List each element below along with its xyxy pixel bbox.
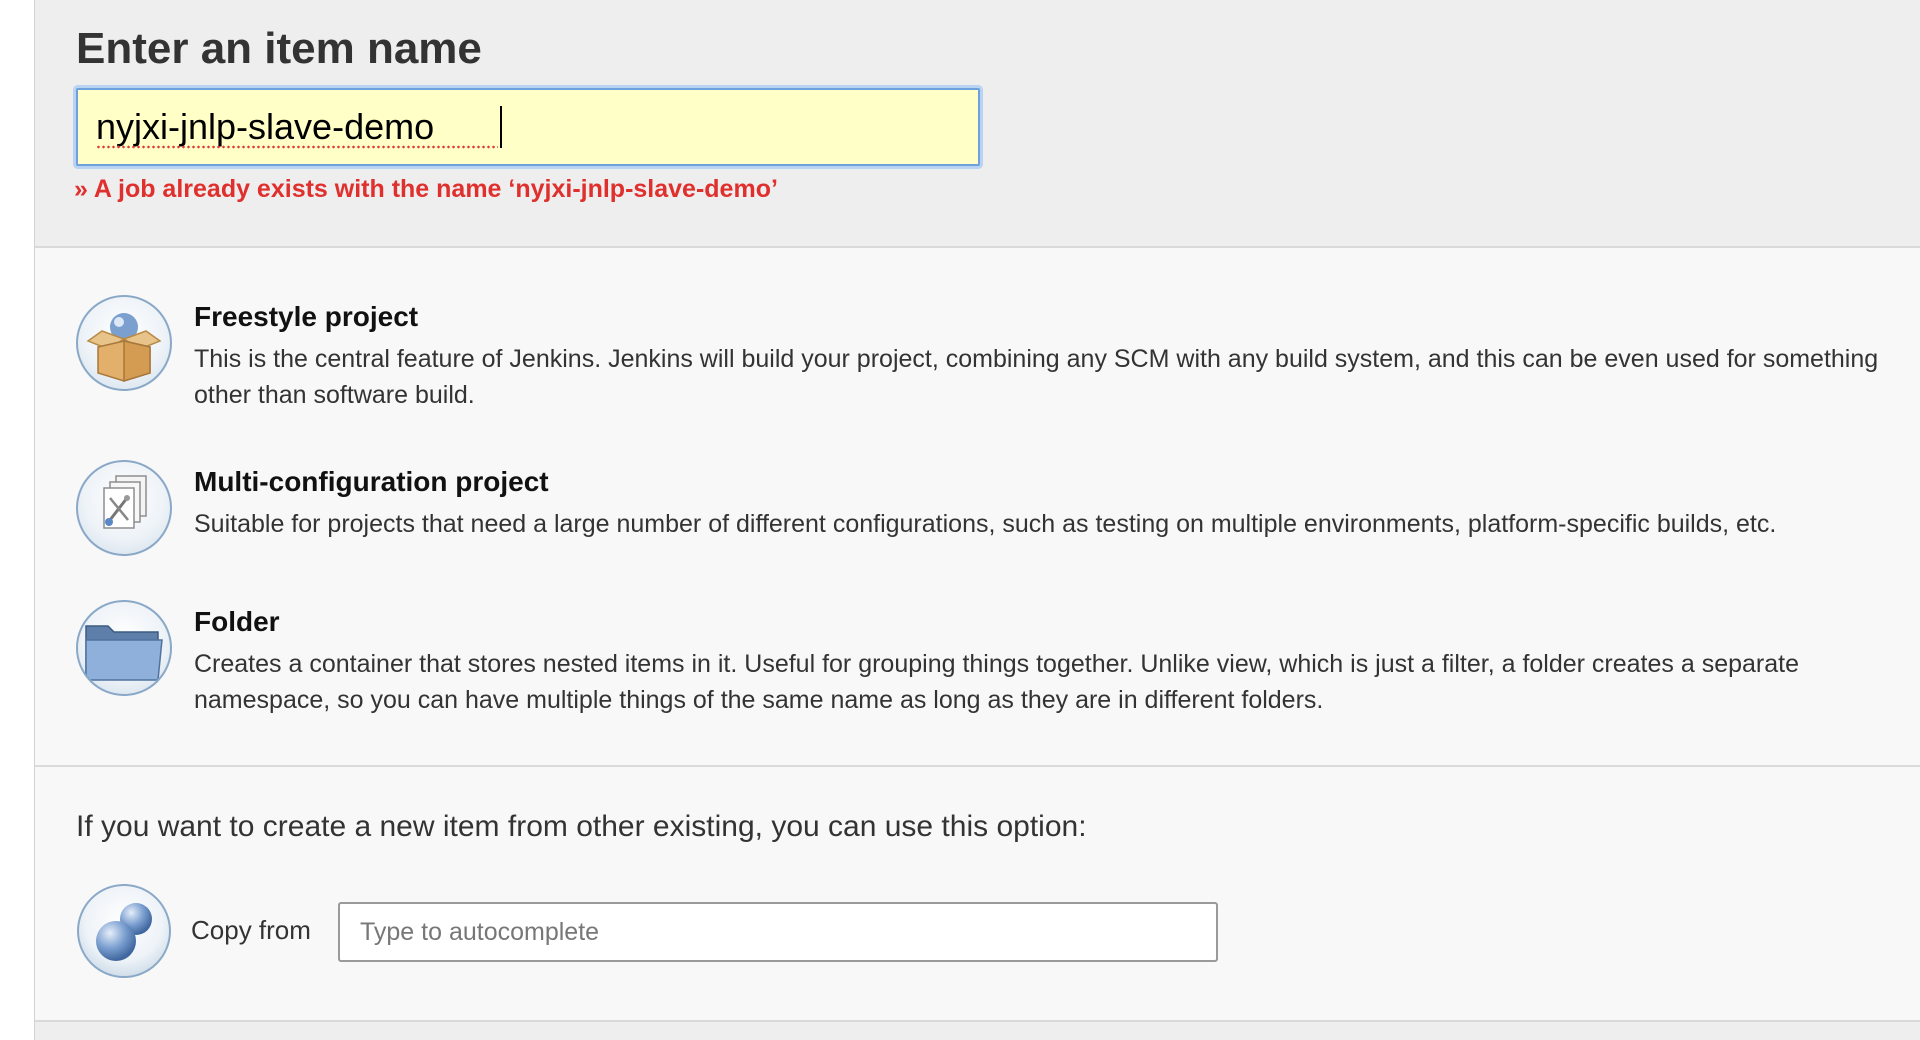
page-title: Enter an item name <box>76 24 482 73</box>
package-box-icon <box>76 295 172 391</box>
section-divider <box>35 765 1920 767</box>
item-type-title: Freestyle project <box>194 301 419 332</box>
item-type-title: Folder <box>194 606 280 637</box>
copy-from-input[interactable] <box>338 902 1218 962</box>
item-type-multi-configuration[interactable]: Multi-configuration project Suitable for… <box>76 460 1896 560</box>
item-type-description: Suitable for projects that need a large … <box>194 510 1777 538</box>
text-caret <box>500 106 502 148</box>
item-type-freestyle[interactable]: Freestyle project This is the central fe… <box>76 295 1896 409</box>
folder-icon <box>76 600 172 696</box>
copy-from-label: Copy from <box>191 915 311 945</box>
item-name-input[interactable] <box>76 88 980 166</box>
new-item-panel: Enter an item name » A job already exist… <box>35 0 1920 1040</box>
item-type-title: Multi-configuration project <box>194 466 549 497</box>
left-gutter <box>0 0 35 1040</box>
item-type-description: Creates a container that stores nested i… <box>194 650 1799 714</box>
item-name-error: » A job already exists with the name ‘ny… <box>74 175 778 203</box>
copy-spheres-icon <box>76 883 172 979</box>
multi-config-icon <box>76 460 172 556</box>
item-type-folder[interactable]: Folder Creates a container that stores n… <box>76 600 1896 714</box>
item-name-section: Enter an item name » A job already exist… <box>35 0 1920 248</box>
bottom-strip <box>35 1020 1920 1040</box>
copy-from-intro: If you want to create a new item from ot… <box>76 810 1087 843</box>
item-type-description: This is the central feature of Jenkins. … <box>194 345 1879 409</box>
